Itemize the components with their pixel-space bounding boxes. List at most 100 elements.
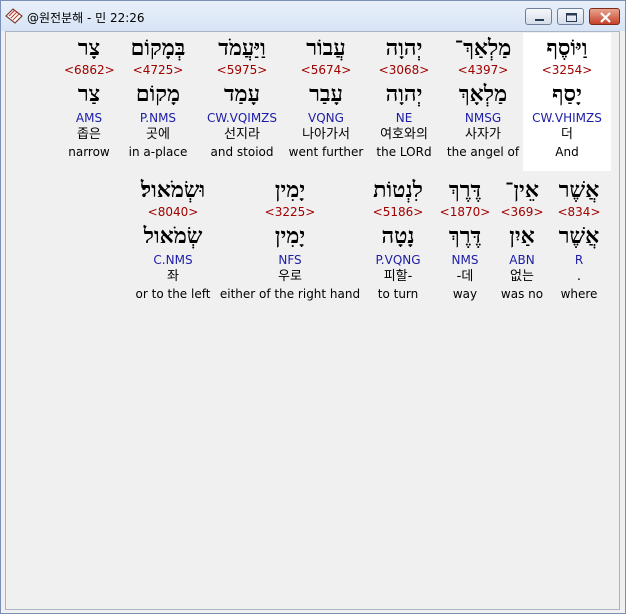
hebrew-text: יְהוָה — [385, 35, 423, 61]
word-4[interactable]: וַיַּעֲמֹד <5975> עָמַד CW.VQIMZS 선지라 an… — [202, 33, 282, 160]
strong-number: <5186> — [372, 205, 424, 219]
strong-number: <369> — [500, 205, 544, 219]
strong-number: <834> — [557, 205, 601, 219]
strong-number: <1870> — [439, 205, 491, 219]
hebrew-root: נָטָה — [381, 223, 415, 249]
korean-gloss: 더 — [561, 127, 573, 142]
strong-number: <6862> — [64, 63, 115, 77]
hebrew-root: שְׂמֹאול — [143, 223, 203, 249]
hebrew-root: צַר — [77, 81, 101, 107]
word-12[interactable]: וּשְׂמֹאול׃ <8040> שְׂמֹאול C.NMS 좌 or t… — [128, 176, 218, 302]
hebrew-root: יָסַף — [552, 81, 582, 107]
korean-gloss: 사자가 — [465, 127, 501, 142]
parse-code: P.NMS — [139, 111, 177, 125]
word-11[interactable]: יָמִין <3225> יָמִין NFS 우로 either of th… — [218, 176, 362, 302]
strong-number: <5975> — [216, 63, 268, 77]
hebrew-text: לִנְטוֹת — [373, 177, 423, 203]
hebrew-root: עָבַר — [309, 81, 343, 107]
hebrew-text: וַיּוֹסֶף — [546, 35, 588, 61]
hebrew-text: אֵין־ — [505, 177, 539, 203]
hebrew-text: מַלְאַךְ־ — [454, 35, 512, 61]
minimize-button[interactable] — [525, 8, 552, 25]
close-button[interactable] — [589, 8, 620, 25]
parse-code: P.VQNG — [375, 253, 421, 267]
parse-code: C.NMS — [153, 253, 193, 267]
english-gloss: the angel of — [446, 145, 520, 159]
parse-code: NMS — [451, 253, 479, 267]
korean-gloss: 나아가서 — [302, 127, 350, 142]
hebrew-text: יָמִין — [274, 177, 306, 203]
app-window: @원전분해 - 민 22:26 וַיּוֹסֶף <3254> יָסַף C… — [0, 0, 626, 614]
korean-gloss: 좁은 — [77, 127, 101, 142]
strong-number: <3068> — [378, 63, 430, 77]
english-gloss: And — [555, 145, 579, 159]
english-gloss: went further — [288, 145, 364, 159]
english-gloss: and stoiod — [210, 145, 274, 159]
word-9[interactable]: דֶּרֶךְ <1870> דֶּרֶךְ NMS -데 way — [436, 176, 494, 302]
strong-number: <4397> — [457, 63, 509, 77]
strong-number: <5674> — [300, 63, 352, 77]
korean-gloss: 없는 — [510, 269, 534, 284]
word-10[interactable]: לִנְטוֹת <5186> נָטָה P.VQNG 피할- to turn — [362, 176, 434, 302]
word-1[interactable]: מַלְאַךְ־ <4397> מַלְאָךְ NMSG 사자가 the a… — [444, 33, 522, 160]
strong-number: <8040> — [147, 205, 199, 219]
hebrew-root: עָמַד — [223, 81, 261, 107]
korean-gloss: . — [576, 269, 582, 284]
hebrew-text: בְּמָקוֹם — [130, 35, 186, 61]
hebrew-root: דֶּרֶךְ — [448, 223, 482, 249]
hebrew-root: יָמִין — [274, 223, 306, 249]
korean-gloss: 선지라 — [224, 127, 260, 142]
strong-number: <3254> — [541, 63, 593, 77]
hebrew-root: מַלְאָךְ — [458, 81, 508, 107]
korean-gloss: 피할- — [383, 269, 413, 284]
parse-code: VQNG — [308, 111, 344, 125]
parse-code: CW.VHIMZS — [532, 111, 602, 125]
hebrew-root: אַיִן — [509, 223, 535, 249]
word-0[interactable]: וַיּוֹסֶף <3254> יָסַף CW.VHIMZS 더 And — [523, 33, 611, 171]
window-title: @원전분해 - 민 22:26 — [27, 11, 145, 25]
hebrew-text: אֲשֶׁר — [558, 177, 600, 203]
hebrew-text: דֶּרֶךְ — [448, 177, 482, 203]
maximize-icon — [566, 13, 577, 22]
hebrew-text: עֲבוֹר — [306, 35, 346, 61]
hebrew-root: יְהוָה — [385, 81, 423, 107]
english-gloss: either of the right hand — [219, 287, 361, 301]
word-7[interactable]: אֲשֶׁר <834> אֲשֶׁר R . where — [549, 176, 609, 302]
parse-code: ABN — [509, 253, 535, 267]
close-icon — [600, 12, 611, 23]
parse-code: NE — [395, 111, 413, 125]
interlinear-view[interactable]: וַיּוֹסֶף <3254> יָסַף CW.VHIMZS 더 And מ… — [5, 31, 620, 610]
hebrew-text: צָר — [77, 35, 101, 61]
book-bookmark-icon[interactable] — [5, 7, 23, 25]
hebrew-root: מָקוֹם — [135, 81, 181, 107]
parse-code: NMSG — [464, 111, 502, 125]
korean-gloss: -데 — [456, 269, 474, 284]
english-gloss: narrow — [68, 145, 110, 159]
parse-code: CW.VQIMZS — [206, 111, 278, 125]
word-6[interactable]: צָר <6862> צַר AMS 좁은 narrow — [64, 33, 115, 160]
korean-gloss: 여호와의 — [380, 127, 428, 142]
english-gloss: was no — [500, 287, 544, 301]
strong-number: <3225> — [264, 205, 316, 219]
hebrew-root: אֲשֶׁר — [558, 223, 600, 249]
parse-code: R — [574, 253, 584, 267]
parse-code: NFS — [278, 253, 302, 267]
strong-number: <4725> — [132, 63, 184, 77]
english-gloss: where — [560, 287, 598, 301]
word-5[interactable]: בְּמָקוֹם <4725> מָקוֹם P.NMS 곳에 in a-pl… — [118, 33, 198, 160]
word-2[interactable]: יְהוָה <3068> יְהוָה NE 여호와의 the LORd — [368, 33, 440, 160]
word-3[interactable]: עֲבוֹר <5674> עָבַר VQNG 나아가서 went furth… — [288, 33, 364, 160]
korean-gloss: 곳에 — [146, 127, 170, 142]
title-bar[interactable]: @원전분해 - 민 22:26 — [1, 1, 625, 31]
korean-gloss: 우로 — [278, 269, 302, 284]
english-gloss: way — [452, 287, 478, 301]
minimize-icon — [535, 19, 544, 21]
parse-code: AMS — [75, 111, 103, 125]
maximize-button[interactable] — [557, 8, 584, 25]
english-gloss: or to the left — [135, 287, 211, 301]
english-gloss: in a-place — [128, 145, 188, 159]
word-8[interactable]: אֵין־ <369> אַיִן ABN 없는 was no — [494, 176, 550, 302]
hebrew-text: וּשְׂמֹאול׃ — [140, 177, 206, 203]
korean-gloss: 좌 — [167, 269, 179, 284]
hebrew-text: וַיַּעֲמֹד — [218, 35, 266, 61]
